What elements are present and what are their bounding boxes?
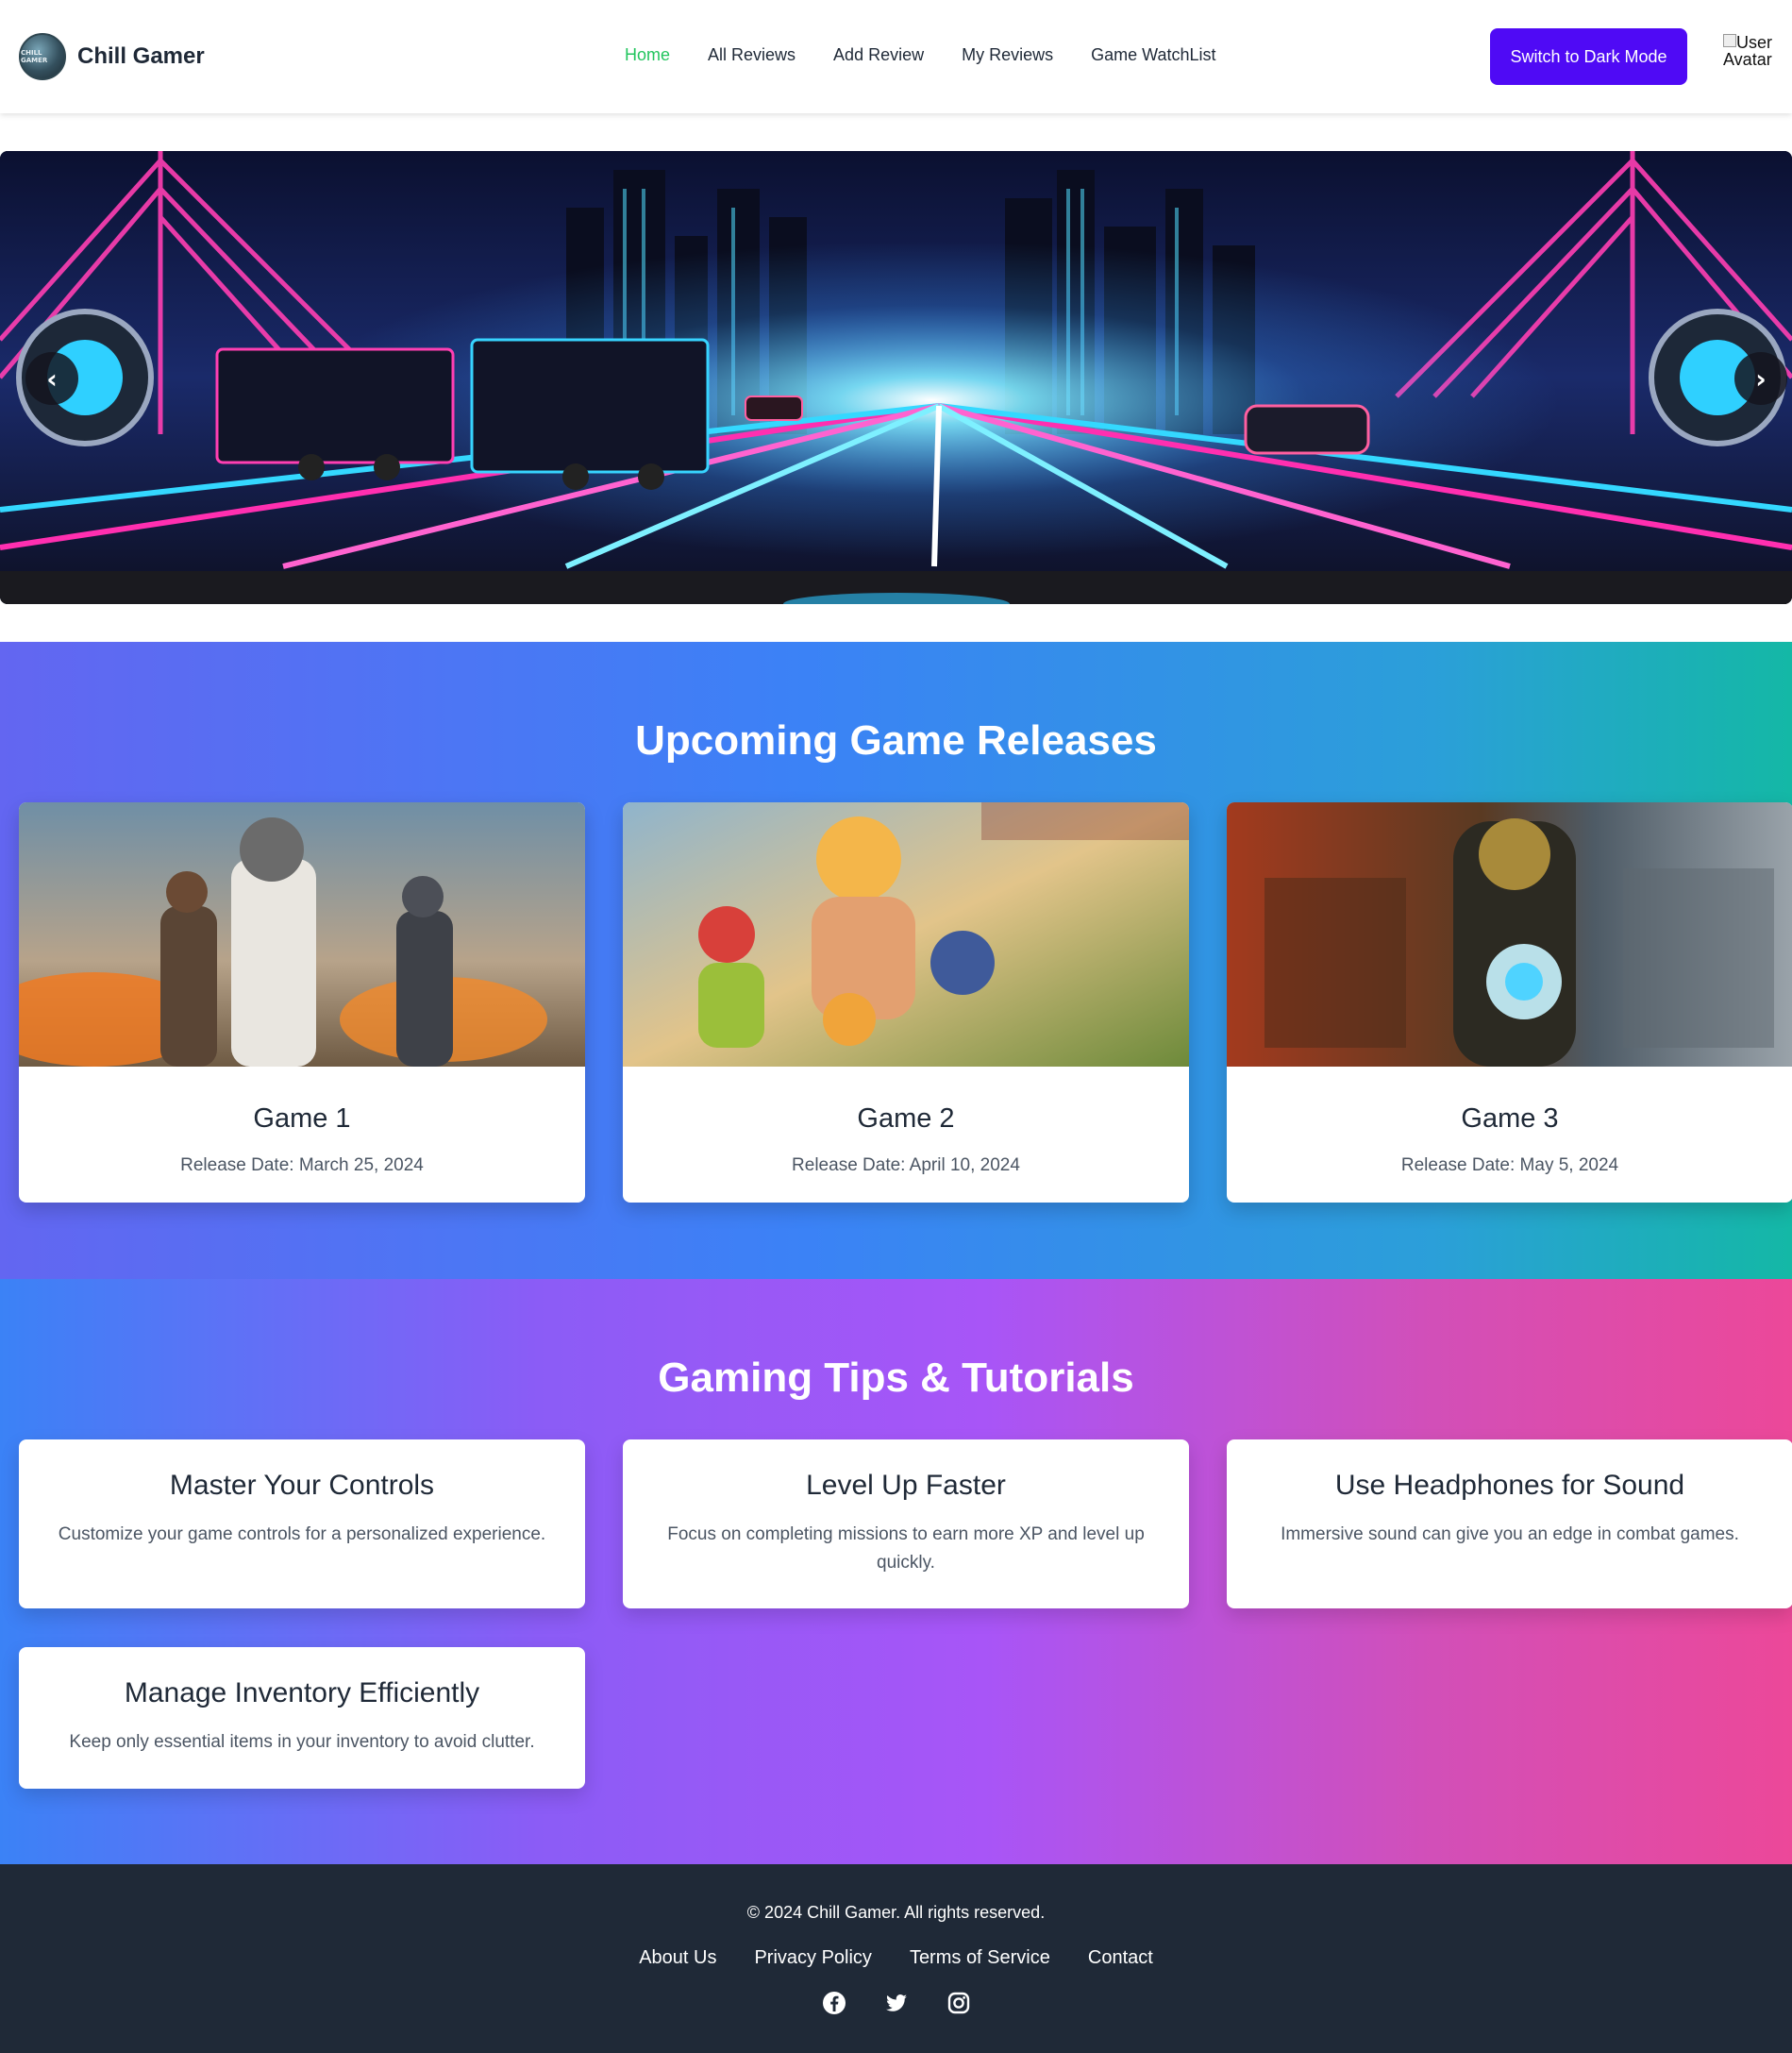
footer-nav: About Us Privacy Policy Terms of Service… <box>0 1947 1792 1969</box>
slider-next-button[interactable]: › <box>1734 352 1787 405</box>
tip-card[interactable]: Use Headphones for Sound Immersive sound… <box>1227 1439 1792 1608</box>
tips-title: Gaming Tips & Tutorials <box>658 1355 1134 1401</box>
brand[interactable]: CHILL GAMER Chill Gamer <box>19 33 205 80</box>
broken-image-icon <box>1723 34 1736 47</box>
game-image <box>1227 802 1792 1067</box>
tip-title: Manage Inventory Efficiently <box>124 1677 480 1708</box>
nav-my-reviews[interactable]: My Reviews <box>962 45 1053 65</box>
tip-card[interactable]: Master Your Controls Customize your game… <box>19 1439 585 1608</box>
tip-description: Customize your game controls for a perso… <box>58 1524 546 1544</box>
game-name: Game 3 <box>1461 1103 1559 1134</box>
gaming-tips-section: Gaming Tips & Tutorials Master Your Cont… <box>0 1279 1792 1864</box>
navbar: CHILL GAMER Chill Gamer Home All Reviews… <box>0 0 1792 113</box>
game-name: Game 1 <box>253 1103 351 1134</box>
logo: CHILL GAMER <box>19 33 66 80</box>
instagram-icon[interactable] <box>946 1991 971 2015</box>
game-release-date: Release Date: April 10, 2024 <box>792 1155 1020 1175</box>
chevron-left-icon: ‹ <box>46 362 58 395</box>
main-nav: Home All Reviews Add Review My Reviews G… <box>625 45 1215 65</box>
copyright-text: © 2024 Chill Gamer. All rights reserved. <box>746 1903 1046 1922</box>
user-avatar[interactable]: User Avatar <box>1723 34 1776 79</box>
footer: © 2024 Chill Gamer. All rights reserved.… <box>0 1864 1792 2053</box>
facebook-icon[interactable] <box>822 1991 846 2015</box>
game-card[interactable]: Game 3 Release Date: May 5, 2024 <box>1227 802 1792 1203</box>
footer-link-contact[interactable]: Contact <box>1088 1947 1153 1969</box>
tip-card[interactable]: Manage Inventory Efficiently Keep only e… <box>19 1647 585 1789</box>
footer-link-about[interactable]: About Us <box>639 1947 716 1969</box>
footer-link-privacy[interactable]: Privacy Policy <box>754 1947 871 1969</box>
nav-game-watchlist[interactable]: Game WatchList <box>1091 45 1215 65</box>
nav-all-reviews[interactable]: All Reviews <box>708 45 796 65</box>
tip-description: Focus on completing missions to earn mor… <box>667 1524 1145 1573</box>
footer-link-terms[interactable]: Terms of Service <box>910 1947 1050 1969</box>
nav-add-review[interactable]: Add Review <box>833 45 924 65</box>
chevron-right-icon: › <box>1755 362 1767 395</box>
hero-slider: ‹ › <box>0 151 1792 604</box>
game-name: Game 2 <box>857 1103 955 1134</box>
tip-description: Immersive sound can give you an edge in … <box>1281 1524 1739 1544</box>
twitter-icon[interactable] <box>884 1991 909 2015</box>
tip-card[interactable]: Level Up Faster Focus on completing miss… <box>623 1439 1189 1608</box>
game-card[interactable]: Game 1 Release Date: March 25, 2024 <box>19 802 585 1203</box>
game-release-date: Release Date: March 25, 2024 <box>180 1155 424 1175</box>
brand-name: Chill Gamer <box>77 43 205 69</box>
tip-description: Keep only essential items in your invent… <box>69 1732 535 1752</box>
social-links <box>0 1991 1792 2015</box>
game-card[interactable]: Game 2 Release Date: April 10, 2024 <box>623 802 1189 1203</box>
hero-banner-image <box>0 151 1792 604</box>
slider-prev-button[interactable]: ‹ <box>25 352 78 405</box>
dark-mode-toggle-button[interactable]: Switch to Dark Mode <box>1490 28 1687 85</box>
tip-title: Level Up Faster <box>806 1470 1006 1501</box>
nav-home[interactable]: Home <box>625 45 670 65</box>
upcoming-title: Upcoming Game Releases <box>635 717 1157 764</box>
tip-title: Use Headphones for Sound <box>1334 1470 1685 1501</box>
upcoming-releases-section: Upcoming Game Releases Game 1 Release Da… <box>0 642 1792 1279</box>
game-release-date: Release Date: May 5, 2024 <box>1400 1155 1619 1175</box>
game-image <box>19 802 585 1067</box>
tip-title: Master Your Controls <box>169 1470 435 1501</box>
game-image <box>623 802 1189 1067</box>
